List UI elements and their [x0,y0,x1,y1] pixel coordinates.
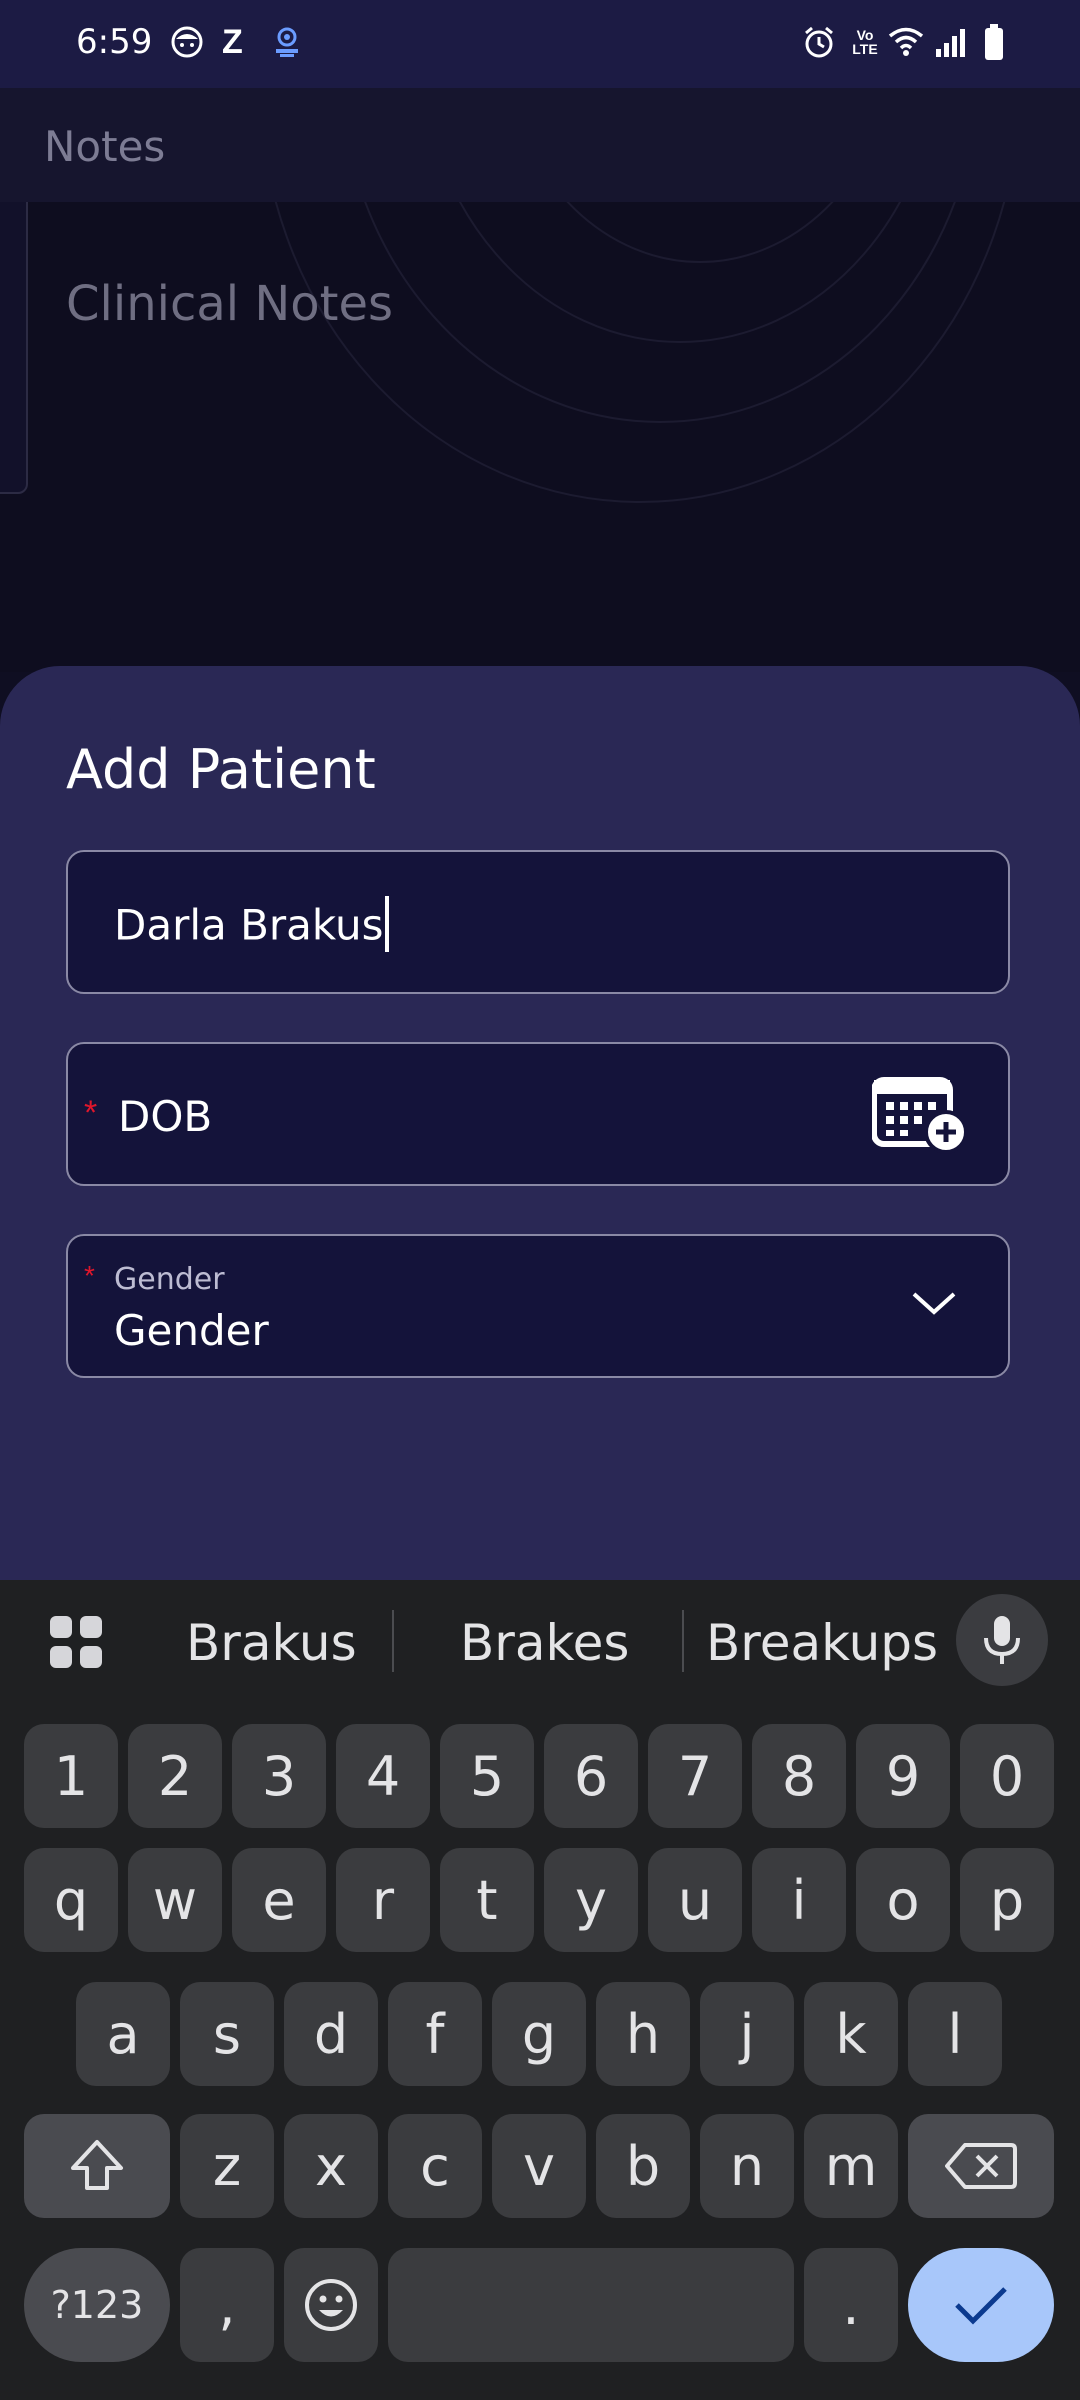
name-field[interactable]: Darla Brakus [66,850,1010,994]
checkmark-icon [955,2287,1007,2325]
key-x[interactable]: x [284,2114,378,2218]
key-4[interactable]: 4 [336,1724,430,1828]
space-key[interactable] [388,2248,794,2362]
key-7[interactable]: 7 [648,1724,742,1828]
key-6[interactable]: 6 [544,1724,638,1828]
enter-key[interactable] [908,2248,1054,2362]
key-l[interactable]: l [908,1982,1002,2086]
required-asterisk: * [84,1094,98,1132]
accessibility-icon [270,22,304,62]
period-key[interactable]: . [804,2248,898,2362]
key-y[interactable]: y [544,1848,638,1952]
apps-grid-icon[interactable] [48,1614,104,1670]
key-k[interactable]: k [804,1982,898,2086]
dob-field[interactable]: * DOB [66,1042,1010,1186]
name-input-value: Darla Brakus [114,896,390,956]
key-p[interactable]: p [960,1848,1054,1952]
text-cursor [385,896,390,952]
add-patient-sheet: Add Patient Darla Brakus * DOB * Gender … [0,666,1080,1586]
alarm-icon [802,22,836,62]
volte-icon: Vo LTE [852,27,878,57]
suggestion-1[interactable]: Brakus [186,1614,357,1672]
key-q[interactable]: q [24,1848,118,1952]
emoji-icon [305,2279,357,2331]
soft-keyboard: Brakus Brakes Breakups 1 2 3 4 5 6 7 8 9… [0,1580,1080,2400]
key-b[interactable]: b [596,2114,690,2218]
key-v[interactable]: v [492,2114,586,2218]
key-f[interactable]: f [388,1982,482,2086]
key-2[interactable]: 2 [128,1724,222,1828]
key-c[interactable]: c [388,2114,482,2218]
symbols-key[interactable]: ?123 [24,2248,170,2362]
section-title: Clinical Notes [66,276,393,332]
status-bar: 6:59 Z Vo LTE [0,0,1080,88]
backspace-icon [945,2143,1017,2189]
chevron-down-icon [912,1292,956,1315]
gender-value: Gender [114,1306,269,1355]
microphone-button[interactable] [956,1594,1048,1686]
face-icon [170,22,204,62]
app-body: Clinical Notes [0,202,1080,672]
gender-dropdown[interactable]: * Gender Gender [66,1234,1010,1378]
key-w[interactable]: w [128,1848,222,1952]
header-title: Notes [44,122,166,171]
comma-key[interactable]: , [180,2248,274,2362]
dob-label: DOB [118,1092,213,1141]
status-time: 6:59 [76,22,153,62]
key-d[interactable]: d [284,1982,378,2086]
key-r[interactable]: r [336,1848,430,1952]
suggestion-3[interactable]: Breakups [706,1614,938,1672]
shift-key[interactable] [24,2114,170,2218]
required-asterisk: * [84,1260,95,1291]
key-8[interactable]: 8 [752,1724,846,1828]
suggestion-divider [392,1610,394,1672]
key-o[interactable]: o [856,1848,950,1952]
side-drawer-handle[interactable] [0,202,28,494]
signal-icon [934,22,966,62]
z-app-icon: Z [222,22,243,61]
key-u[interactable]: u [648,1848,742,1952]
key-g[interactable]: g [492,1982,586,2086]
background-arc-pattern [274,202,1006,503]
gender-label: Gender [114,1262,225,1297]
key-n[interactable]: n [700,2114,794,2218]
key-1[interactable]: 1 [24,1724,118,1828]
app-header: Notes [0,88,1080,202]
key-9[interactable]: 9 [856,1724,950,1828]
suggestion-2[interactable]: Brakes [460,1614,629,1672]
sheet-title: Add Patient [66,738,376,801]
suggestion-strip: Brakus Brakes Breakups [0,1580,1080,1700]
key-a[interactable]: a [76,1982,170,2086]
key-5[interactable]: 5 [440,1724,534,1828]
key-0[interactable]: 0 [960,1724,1054,1828]
key-e[interactable]: e [232,1848,326,1952]
key-t[interactable]: t [440,1848,534,1952]
name-text: Darla Brakus [114,900,384,950]
microphone-icon [984,1616,1020,1664]
calendar-add-icon[interactable] [872,1074,968,1154]
shift-icon [71,2140,123,2190]
key-i[interactable]: i [752,1848,846,1952]
key-z[interactable]: z [180,2114,274,2218]
suggestion-divider [682,1610,684,1672]
key-j[interactable]: j [700,1982,794,2086]
emoji-key[interactable] [284,2248,378,2362]
key-s[interactable]: s [180,1982,274,2086]
key-m[interactable]: m [804,2114,898,2218]
key-3[interactable]: 3 [232,1724,326,1828]
backspace-key[interactable] [908,2114,1054,2218]
battery-icon [984,22,1004,62]
wifi-icon [888,22,924,62]
key-h[interactable]: h [596,1982,690,2086]
